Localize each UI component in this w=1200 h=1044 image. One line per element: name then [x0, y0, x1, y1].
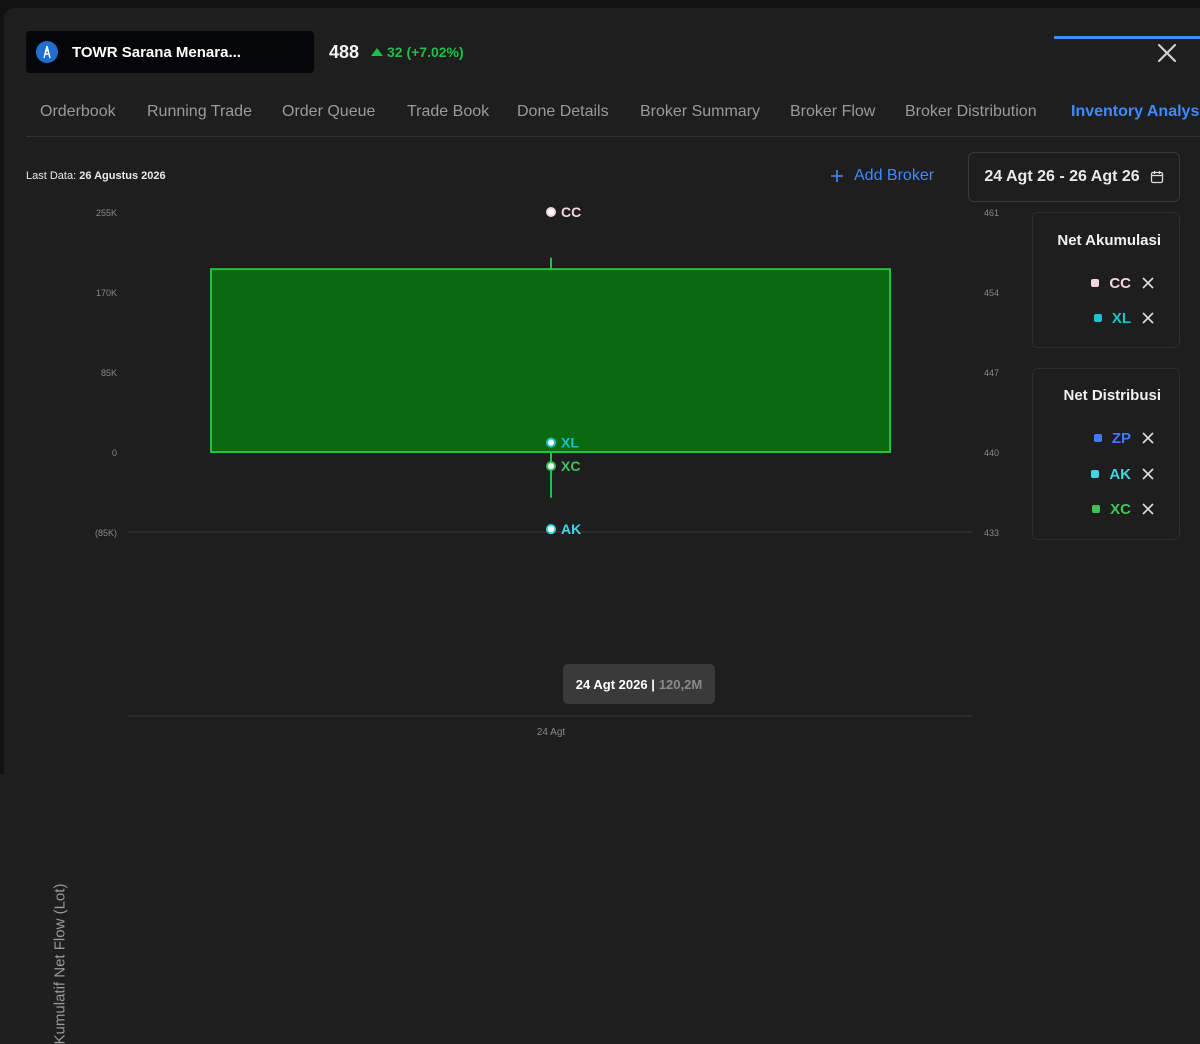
broker-label-xc: XC	[561, 458, 580, 474]
y-left-tick-label: 170K	[96, 288, 117, 298]
y-axis-label: Kumulatif Net Flow (Lot)	[51, 883, 69, 1044]
broker-point-ak	[546, 524, 556, 535]
y-left-tick-label: 85K	[101, 368, 117, 378]
broker-point-cc	[546, 207, 556, 217]
broker-label-ak: AK	[561, 521, 581, 537]
x-tick-label: 24 Agt	[537, 727, 566, 738]
y-right-tick-label: 461	[984, 208, 999, 218]
y-right-tick-label: 433	[984, 528, 999, 538]
y-right-tick-label: 447	[984, 368, 999, 378]
y-right-tick-label: 454	[984, 288, 999, 298]
tooltip-value: 120,2M	[658, 676, 703, 692]
y-left-tick-label: (85K)	[95, 528, 117, 538]
y-left-tick-label: 0	[112, 448, 117, 458]
broker-label-xl: XL	[561, 435, 579, 451]
broker-point-xc	[546, 461, 556, 472]
broker-point-xl	[546, 437, 556, 448]
chart-tooltip: 24 Agt 2026 | 120,2M	[563, 664, 715, 704]
broker-label-cc: CC	[561, 204, 581, 220]
candle-body	[210, 268, 891, 453]
tooltip-date: 24 Agt 2026 |	[575, 676, 655, 692]
inventory-chart[interactable]: 255K 170K 85K 0 (85K) 461 454 447 440 433 24 Agt CC…	[0, 0, 1200, 774]
y-left-tick-label: 255K	[96, 208, 117, 218]
y-right-tick-label: 440	[984, 448, 999, 458]
